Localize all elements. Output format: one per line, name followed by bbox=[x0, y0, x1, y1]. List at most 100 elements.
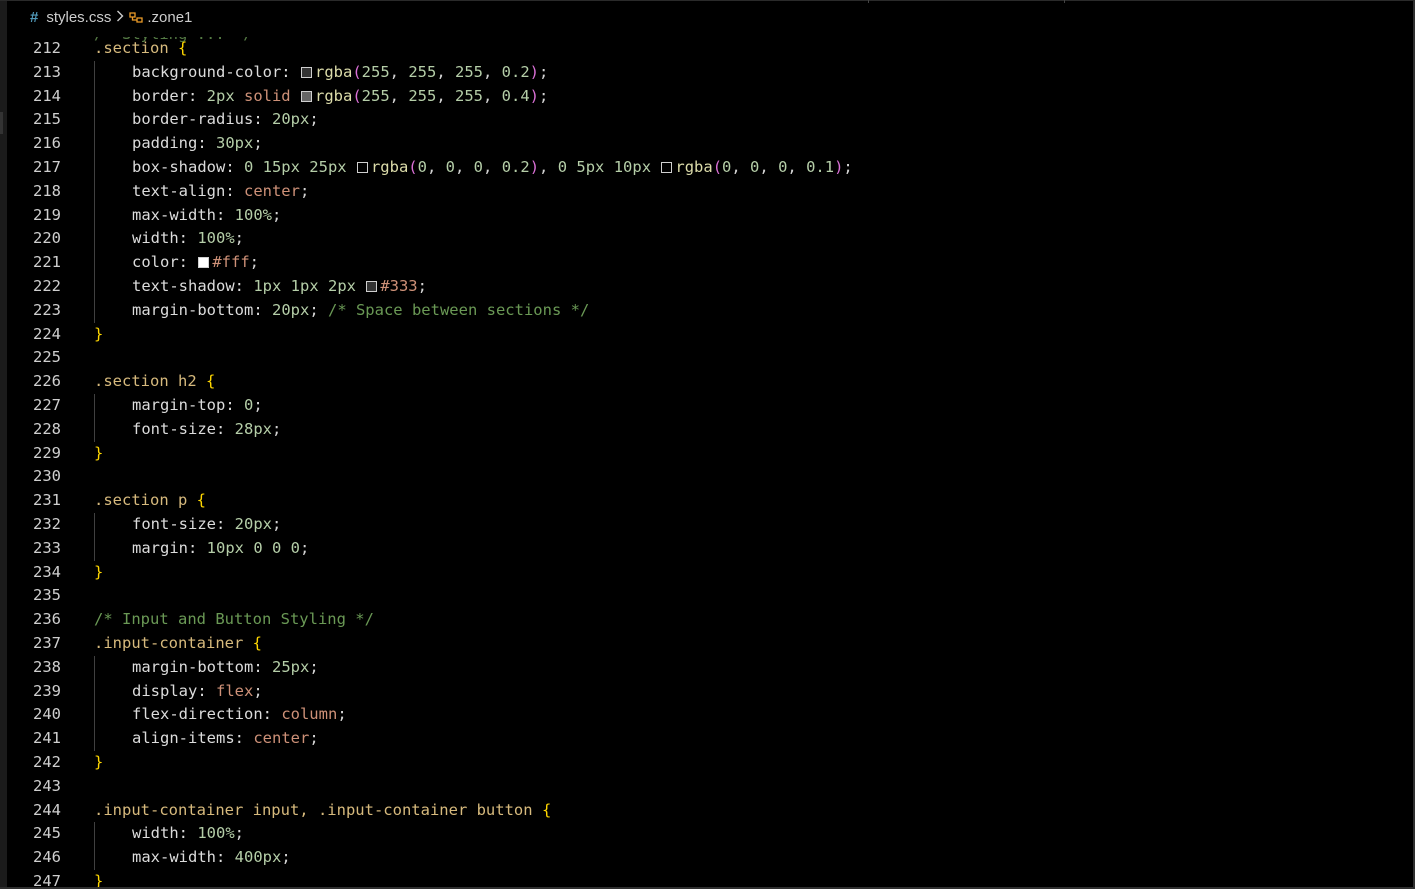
code-line[interactable]: font-size: 28px; bbox=[132, 418, 281, 442]
code-token: column bbox=[281, 705, 338, 724]
code-line[interactable]: } bbox=[94, 870, 103, 887]
code-token: rgba bbox=[314, 86, 353, 105]
color-swatch[interactable] bbox=[300, 90, 312, 102]
code-editor[interactable]: /* Styling ... */ 212.section {213backgr… bbox=[0, 37, 1413, 887]
line-number: 217 bbox=[33, 158, 61, 176]
code-line[interactable]: margin-bottom: 20px; /* Space between se… bbox=[132, 299, 589, 323]
line-number: 246 bbox=[33, 848, 61, 867]
code-token: 0 bbox=[778, 158, 788, 176]
code-line[interactable]: margin-bottom: 25px; bbox=[132, 656, 319, 680]
code-line[interactable]: text-shadow: 1px 1px 2px #333; bbox=[132, 275, 427, 299]
code-line[interactable]: width: 100%; bbox=[132, 227, 244, 251]
code-token: , bbox=[787, 158, 807, 176]
code-token: ; bbox=[337, 705, 347, 724]
line-number: 214 bbox=[33, 86, 61, 105]
color-swatch[interactable] bbox=[300, 66, 312, 78]
tab-bar-edge bbox=[0, 0, 1415, 1]
code-line[interactable]: margin-top: 0; bbox=[132, 394, 263, 418]
code-token: rgba bbox=[675, 158, 713, 176]
code-line[interactable]: width: 100%; bbox=[132, 822, 244, 846]
color-swatch[interactable] bbox=[366, 281, 378, 292]
code-line[interactable]: box-shadow: 0 15px 25px rgba(0, 0, 0, 0.… bbox=[132, 156, 853, 180]
line-number: 243 bbox=[33, 776, 61, 795]
code-line[interactable]: align-items: center; bbox=[132, 727, 319, 751]
breadcrumb-file[interactable]: styles.css bbox=[46, 9, 111, 26]
line-number: 234 bbox=[33, 562, 61, 581]
code-token: .section h2 bbox=[94, 372, 206, 391]
code-line[interactable]: } bbox=[94, 442, 103, 466]
code-line[interactable]: .input-container input, .input-container… bbox=[94, 799, 551, 823]
code-token: 0.2 bbox=[501, 62, 530, 81]
line-number: 239 bbox=[33, 681, 61, 700]
code-line[interactable]: color: #fff; bbox=[132, 251, 259, 275]
code-token: width: bbox=[132, 824, 198, 843]
code-line[interactable]: /* Input and Button Styling */ bbox=[94, 608, 374, 632]
breadcrumb-symbol[interactable]: .zone1 bbox=[147, 9, 192, 26]
code-token: 0 bbox=[417, 158, 427, 176]
code-line[interactable]: .input-container { bbox=[94, 632, 262, 656]
code-token: 0.4 bbox=[501, 86, 530, 105]
line-number: 219 bbox=[33, 205, 61, 224]
color-swatch[interactable] bbox=[198, 257, 210, 269]
code-token: padding: bbox=[132, 134, 216, 153]
code-token: center bbox=[243, 181, 300, 200]
code-token: margin-bottom: bbox=[132, 657, 272, 676]
code-line[interactable]: } bbox=[94, 323, 103, 347]
indent-guide bbox=[94, 513, 95, 561]
code-token: 25px bbox=[271, 657, 310, 676]
line-number: 245 bbox=[33, 824, 61, 843]
code-token: border-radius: bbox=[132, 110, 272, 129]
code-token: ; bbox=[299, 181, 310, 200]
code-line[interactable]: .section p { bbox=[94, 489, 206, 513]
color-swatch[interactable] bbox=[356, 162, 368, 173]
line-number: 221 bbox=[33, 253, 61, 272]
line-number: 237 bbox=[33, 634, 61, 652]
code-token: 100% bbox=[197, 229, 235, 248]
code-line[interactable]: margin: 10px 0 0 0; bbox=[132, 537, 309, 561]
code-line[interactable]: } bbox=[94, 561, 103, 585]
code-token: flex-direction: bbox=[132, 705, 282, 724]
code-token: 0.1 bbox=[806, 158, 835, 176]
code-line[interactable]: background-color: rgba(255, 255, 255, 0.… bbox=[132, 61, 548, 85]
code-token: } bbox=[94, 562, 104, 581]
line-number: 218 bbox=[33, 181, 61, 200]
tab-divider bbox=[868, 0, 869, 3]
code-token: } bbox=[94, 753, 104, 771]
code-token: width: bbox=[132, 229, 198, 248]
code-token: .input-container bbox=[94, 634, 253, 652]
code-line[interactable]: } bbox=[94, 751, 103, 775]
code-line[interactable]: display: flex; bbox=[132, 680, 263, 704]
code-line[interactable]: max-width: 400px; bbox=[132, 846, 291, 870]
code-line[interactable]: text-align: center; bbox=[132, 180, 309, 204]
line-number: 232 bbox=[33, 515, 61, 533]
color-swatch[interactable] bbox=[661, 162, 673, 173]
code-token: ) bbox=[529, 86, 540, 105]
code-token: text-align: bbox=[132, 181, 244, 200]
line-number: 229 bbox=[33, 443, 61, 462]
code-token: ; bbox=[281, 848, 291, 867]
code-token: max-width: bbox=[132, 848, 235, 867]
css-file-icon: # bbox=[30, 8, 39, 26]
code-line[interactable]: max-width: 100%; bbox=[132, 204, 281, 228]
line-number: 220 bbox=[33, 229, 61, 248]
code-token: 255 bbox=[455, 62, 483, 81]
code-token: , bbox=[436, 62, 455, 81]
code-line[interactable]: border: 2px solid rgba(255, 255, 255, 0.… bbox=[132, 85, 548, 109]
code-token: /* Input and Button Styling */ bbox=[94, 610, 374, 629]
code-token: , bbox=[759, 158, 779, 176]
code-token: #333 bbox=[380, 277, 418, 295]
line-number: 222 bbox=[33, 277, 61, 295]
code-line[interactable]: .section { bbox=[94, 37, 187, 61]
code-token: color: bbox=[132, 253, 198, 272]
code-token: center bbox=[253, 729, 310, 748]
code-line[interactable]: padding: 30px; bbox=[132, 132, 263, 156]
code-token: .section p bbox=[94, 491, 197, 510]
code-token: 255 bbox=[361, 86, 390, 105]
code-line[interactable]: .section h2 { bbox=[94, 370, 215, 394]
code-line[interactable]: flex-direction: column; bbox=[132, 703, 347, 727]
code-line[interactable]: border-radius: 20px; bbox=[132, 108, 319, 132]
code-line[interactable]: font-size: 20px; bbox=[132, 513, 281, 537]
code-token: 0 15px 25px bbox=[243, 158, 356, 176]
code-token: 255 bbox=[455, 86, 483, 105]
code-token: font-size: bbox=[132, 419, 235, 438]
